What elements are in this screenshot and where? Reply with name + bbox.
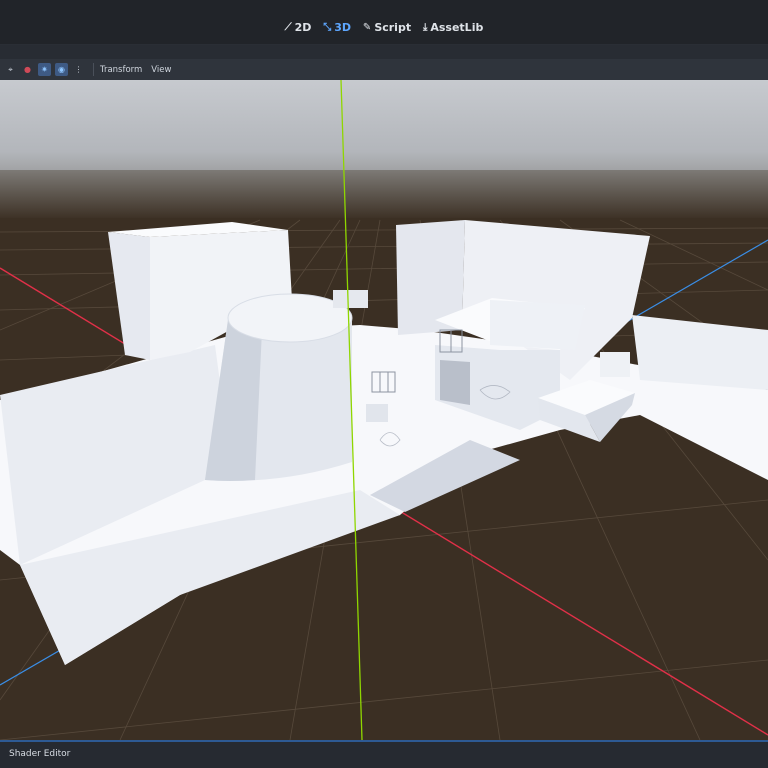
viewport-toolbar: ⌖ ● ✷ ◉ ⋮ Transform View [0,59,768,81]
workspace-script-label: Script [374,21,412,34]
toolbar-separator [93,63,94,76]
record-icon[interactable]: ● [21,63,34,76]
canvas-2d-icon: ⟋ [284,22,292,33]
snap-icon[interactable]: ⌖ [4,63,17,76]
sun-toggle-icon[interactable]: ✷ [38,63,51,76]
script-icon: ✎ [362,22,372,33]
view-menu[interactable]: View [151,65,171,75]
small-crate-1 [366,404,388,422]
workspace-2d-button[interactable]: ⟋ 2D [285,21,312,34]
workspace-3d-button[interactable]: ⤡ 3D [323,21,351,34]
workspace-assetlib-button[interactable]: ⤓ AssetLib [423,21,483,34]
small-crate-2 [333,290,368,308]
transform-menu[interactable]: Transform [100,65,142,75]
more-options-icon[interactable]: ⋮ [72,63,85,76]
workspace-2d-label: 2D [294,21,312,34]
3d-viewport[interactable] [0,80,768,740]
environment-toggle-icon[interactable]: ◉ [55,63,68,76]
tower-room [490,300,585,350]
workspace-switcher: ⟋ 2D ⤡ 3D ✎ Script ⤓ AssetLib [0,20,768,34]
shader-editor-tab[interactable]: Shader Editor [9,749,70,759]
horizon-haze [0,170,768,220]
scene-tabs-strip [0,45,768,59]
bottom-panel: Shader Editor [0,740,768,768]
editor-title-bar: ⟋ 2D ⤡ 3D ✎ Script ⤓ AssetLib [0,0,768,45]
workspace-script-button[interactable]: ✎ Script [363,21,411,34]
node-3d-icon: ⤡ [323,22,332,33]
small-crate-3 [600,352,630,377]
workspace-3d-label: 3D [334,21,352,34]
download-icon: ⤓ [422,22,428,33]
workspace-assetlib-label: AssetLib [430,21,484,34]
central-block-dark [440,360,470,405]
